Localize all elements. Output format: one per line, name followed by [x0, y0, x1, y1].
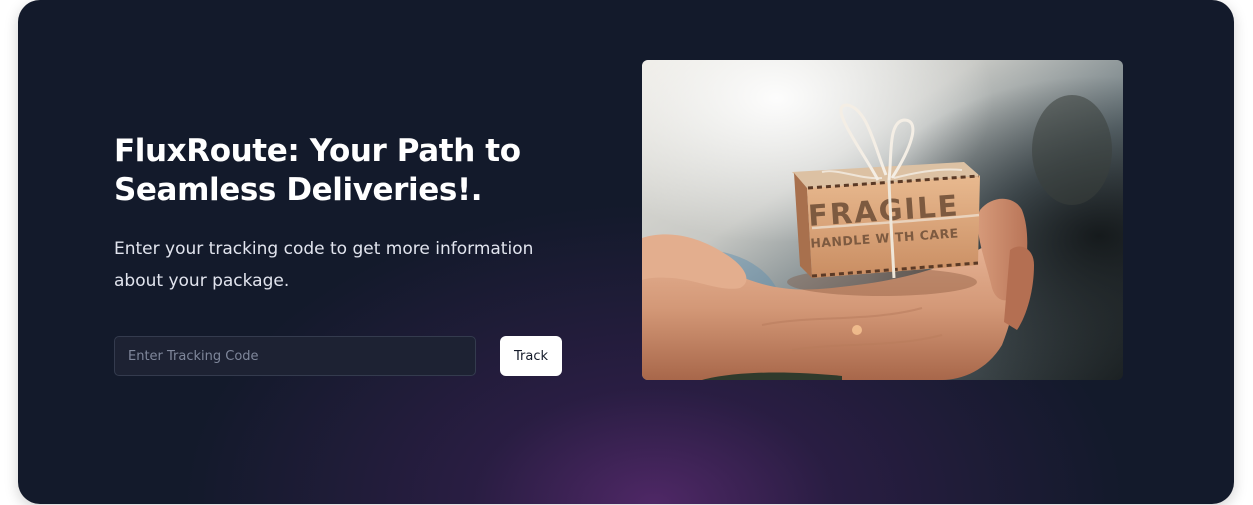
hero-subtitle: Enter your tracking code to get more inf… — [114, 239, 534, 291]
package-in-hand-image: FRAGILE HANDLE WITH CARE — [642, 60, 1123, 380]
track-button[interactable]: Track — [500, 336, 562, 376]
hero-card: FluxRoute: Your Path to Seamless Deliver… — [18, 0, 1234, 504]
tracking-code-input[interactable] — [114, 336, 476, 376]
hero-title: FluxRoute: Your Path to Seamless Deliver… — [114, 133, 521, 208]
